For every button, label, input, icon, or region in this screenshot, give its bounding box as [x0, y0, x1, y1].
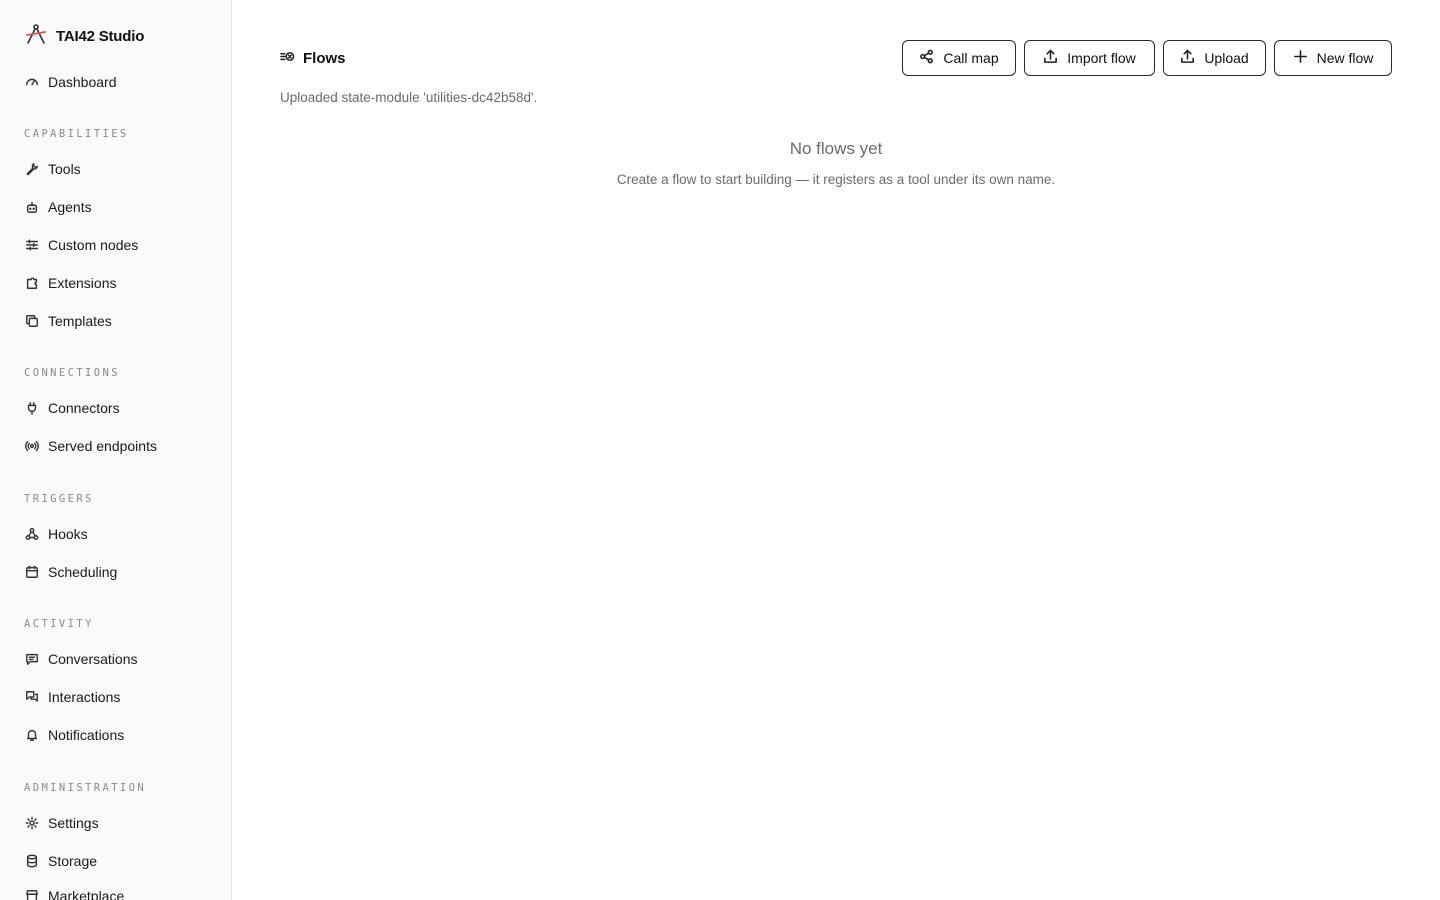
sidebar-item-hooks[interactable]: Hooks [24, 522, 88, 546]
section-heading-activity: ACTIVITY [24, 618, 94, 630]
sidebar-item-scheduling[interactable]: Scheduling [24, 560, 117, 584]
sidebar-item-label: Storage [48, 853, 98, 869]
page-title: Flows [280, 46, 346, 70]
store-icon [24, 888, 40, 900]
upload-label: Upload [1204, 50, 1249, 66]
upload-icon [1180, 49, 1204, 67]
sidebar-item-agents[interactable]: Agents [24, 195, 92, 219]
copy-icon [24, 313, 40, 329]
upload-icon [1043, 49, 1067, 67]
webhook-icon [24, 526, 40, 542]
sidebar-item-marketplace[interactable]: Marketplace [24, 884, 124, 900]
sidebar-item-notifications[interactable]: Notifications [24, 723, 124, 747]
sliders-icon [24, 237, 40, 253]
gear-icon [24, 815, 40, 831]
sidebar-item-extensions[interactable]: Extensions [24, 271, 116, 295]
sidebar-item-label: Scheduling [48, 564, 118, 580]
brand[interactable]: TAI42 Studio [24, 22, 144, 50]
sidebar: TAI42 Studio Dashboard CAPABILITIES Tool… [0, 0, 232, 900]
sidebar-item-label: Dashboard [48, 74, 117, 90]
message-square-icon [24, 651, 40, 667]
empty-state-title: No flows yet [789, 139, 883, 158]
sidebar-item-dashboard[interactable]: Dashboard [24, 70, 117, 94]
sidebar-item-tools[interactable]: Tools [24, 157, 81, 181]
sidebar-item-connectors[interactable]: Connectors [24, 396, 120, 420]
section-heading-triggers: TRIGGERS [24, 493, 94, 505]
bell-icon [24, 727, 40, 743]
sidebar-item-custom-nodes[interactable]: Custom nodes [24, 233, 138, 257]
status-message: Uploaded state-module 'utilities-dc42b58… [280, 90, 538, 105]
sidebar-item-label: Served endpoints [48, 438, 157, 454]
broadcast-icon [24, 438, 40, 454]
sidebar-item-storage[interactable]: Storage [24, 849, 97, 873]
database-icon [24, 853, 40, 869]
page-title-text: Flows [303, 49, 346, 67]
sidebar-item-label: Hooks [48, 526, 88, 542]
sidebar-item-label: Marketplace [48, 888, 125, 900]
sidebar-item-label: Extensions [48, 275, 117, 291]
import-flow-button[interactable]: Import flow [1024, 40, 1155, 76]
import-flow-label: Import flow [1067, 50, 1136, 66]
wrench-icon [24, 161, 40, 177]
section-heading-capabilities: CAPABILITIES [24, 128, 129, 140]
call-map-button[interactable]: Call map [902, 40, 1016, 76]
new-flow-button[interactable]: New flow [1274, 40, 1392, 76]
section-heading-administration: ADMINISTRATION [24, 782, 147, 794]
call-map-label: Call map [943, 50, 999, 66]
plug-icon [24, 400, 40, 416]
section-heading-connections: CONNECTIONS [24, 367, 120, 379]
sidebar-item-label: Interactions [48, 689, 121, 705]
upload-button[interactable]: Upload [1163, 40, 1266, 76]
sidebar-item-label: Custom nodes [48, 237, 139, 253]
sidebar-item-label: Settings [48, 815, 99, 831]
sidebar-item-label: Agents [48, 199, 92, 215]
new-flow-label: New flow [1316, 50, 1374, 66]
sidebar-item-interactions[interactable]: Interactions [24, 685, 120, 709]
plus-icon [1293, 49, 1317, 67]
empty-state-description: Create a flow to start building — it reg… [616, 172, 1056, 187]
sidebar-item-label: Templates [48, 313, 112, 329]
sidebar-item-label: Notifications [48, 727, 125, 743]
sidebar-item-settings[interactable]: Settings [24, 811, 99, 835]
sidebar-item-label: Connectors [48, 400, 120, 416]
compass-logo-icon [24, 22, 48, 51]
sidebar-item-served-endpoints[interactable]: Served endpoints [24, 434, 157, 458]
sidebar-item-label: Conversations [48, 651, 138, 667]
main-content: Flows Call map Import flow Upload New fl… [232, 0, 1440, 900]
flows-icon [280, 49, 303, 68]
sidebar-item-label: Tools [48, 161, 81, 177]
sidebar-item-templates[interactable]: Templates [24, 309, 112, 333]
app-title: TAI42 Studio [56, 27, 145, 45]
puzzle-icon [24, 275, 40, 291]
calendar-icon [24, 564, 40, 580]
gauge-icon [24, 74, 40, 90]
sidebar-item-conversations[interactable]: Conversations [24, 647, 138, 671]
robot-icon [24, 199, 40, 215]
messages-icon [24, 689, 40, 705]
share-icon [919, 49, 943, 67]
